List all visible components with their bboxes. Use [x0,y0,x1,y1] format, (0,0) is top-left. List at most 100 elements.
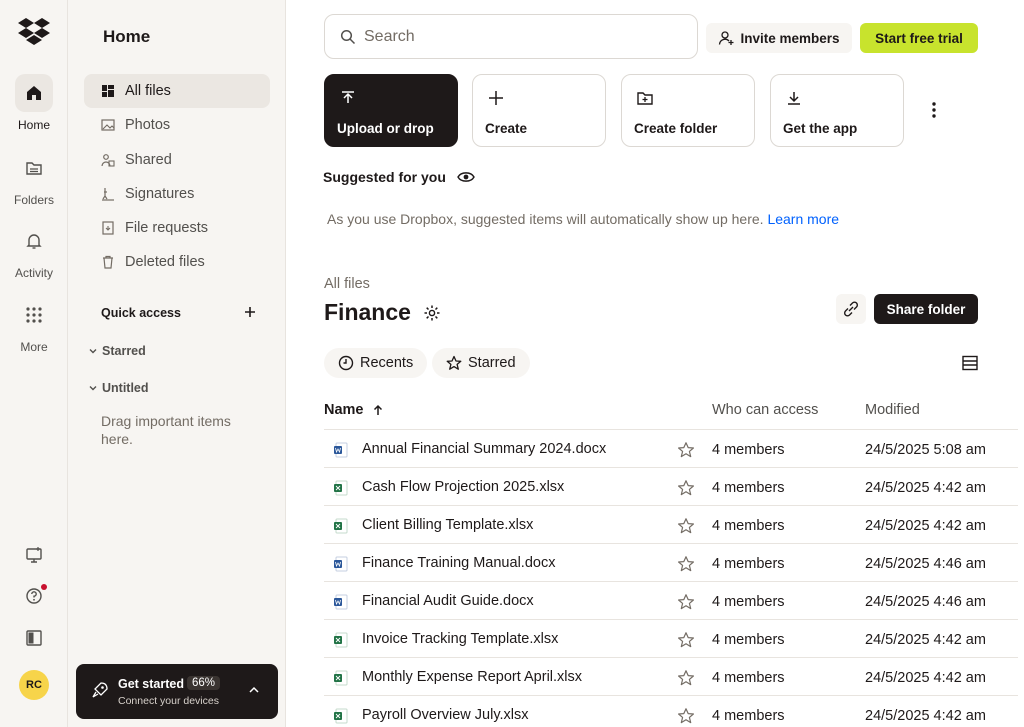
modified-value: 24/5/2025 4:42 am [865,708,986,724]
chevron-up-icon [249,686,259,693]
table-row[interactable]: Financial Audit Guide.docx 4 members 24/… [324,581,1018,619]
desktop-app-button[interactable] [0,546,68,564]
get-started-title: Get started [118,677,184,691]
modified-value: 24/5/2025 4:42 am [865,632,986,648]
collapse-sidebar-button[interactable] [0,629,68,647]
rail-item-folders[interactable]: Folders [0,149,68,207]
table-row[interactable]: Client Billing Template.xlsx 4 members 2… [324,505,1018,543]
list-view-icon[interactable] [961,354,979,372]
grid-icon [15,296,53,334]
access-value: 4 members [712,632,785,648]
panel-icon [26,630,42,646]
upload-icon [342,91,354,103]
file-table: Annual Financial Summary 2024.docx 4 mem… [324,429,1018,727]
chip-label: Starred [468,355,516,371]
excel-file-icon [334,480,348,496]
add-quick-access-button[interactable] [244,302,256,322]
table-row[interactable]: Monthly Expense Report April.xlsx 4 memb… [324,657,1018,695]
recents-chip[interactable]: Recents [324,348,428,378]
sidebar-item-shared[interactable]: Shared [84,143,270,177]
star-icon[interactable] [677,593,695,611]
sidebar-item-label: Deleted files [125,254,205,270]
avatar: RC [19,670,49,700]
start-free-trial-button[interactable]: Start free trial [860,23,978,53]
bell-icon [15,222,53,260]
upload-or-drop-button[interactable]: Upload or drop [324,74,458,147]
search-input[interactable] [364,27,664,46]
sidebar-title: Home [103,27,151,46]
add-person-icon [719,31,734,45]
action-label: Create folder [634,121,718,136]
sidebar-item-label: All files [125,83,171,99]
access-value: 4 members [712,670,785,686]
search-bar[interactable] [324,14,698,59]
eye-icon[interactable] [457,170,475,184]
gear-icon[interactable] [423,304,441,322]
starred-chip[interactable]: Starred [432,348,530,378]
plus-icon [489,91,503,105]
help-button[interactable] [0,584,68,610]
account-avatar-button[interactable]: RC [0,670,68,700]
star-icon[interactable] [677,479,695,497]
file-name[interactable]: Invoice Tracking Template.xlsx [362,631,558,647]
create-button[interactable]: Create [472,74,606,147]
group-label: Starred [102,344,146,358]
access-value: 4 members [712,594,785,610]
sidebar-item-photos[interactable]: Photos [84,108,270,142]
star-icon[interactable] [677,707,695,725]
get-the-app-button[interactable]: Get the app [770,74,904,147]
modified-value: 24/5/2025 4:42 am [865,518,986,534]
column-header-modified[interactable]: Modified [865,402,920,418]
learn-more-link[interactable]: Learn more [767,211,839,227]
table-row[interactable]: Annual Financial Summary 2024.docx 4 mem… [324,429,1018,467]
share-folder-button[interactable]: Share folder [874,294,978,324]
rail-item-activity[interactable]: Activity [0,222,68,280]
star-icon[interactable] [677,631,695,649]
get-started-panel[interactable]: Get started 66% Connect your devices [76,664,278,719]
table-row[interactable]: Payroll Overview July.xlsx 4 members 24/… [324,695,1018,727]
access-value: 4 members [712,556,785,572]
sidebar-item-file-requests[interactable]: File requests [84,211,270,245]
rail-item-more[interactable]: More [0,296,68,354]
star-icon[interactable] [677,555,695,573]
create-folder-button[interactable]: Create folder [621,74,755,147]
table-row[interactable]: Finance Training Manual.docx 4 members 2… [324,543,1018,581]
suggested-text: As you use Dropbox, suggested items will… [327,211,764,227]
file-name[interactable]: Payroll Overview July.xlsx [362,707,529,723]
excel-file-icon [334,670,348,686]
rail-item-home[interactable]: Home [0,74,68,132]
invite-members-button[interactable]: Invite members [706,23,852,53]
sidebar-item-signatures[interactable]: Signatures [84,177,270,211]
star-icon[interactable] [677,441,695,459]
file-name[interactable]: Annual Financial Summary 2024.docx [362,441,606,457]
home-icon [15,74,53,112]
more-actions-button[interactable] [926,98,942,122]
star-icon[interactable] [677,669,695,687]
breadcrumb[interactable]: All files [324,276,370,292]
dropbox-logo[interactable] [18,18,50,46]
group-starred[interactable]: Starred [88,344,146,358]
table-row[interactable]: Cash Flow Projection 2025.xlsx 4 members… [324,467,1018,505]
file-name[interactable]: Cash Flow Projection 2025.xlsx [362,479,564,495]
column-header-access[interactable]: Who can access [712,402,818,418]
sidebar-item-deleted-files[interactable]: Deleted files [84,245,270,279]
notification-dot [41,584,47,590]
quick-access-heading: Quick access [101,306,181,320]
table-row[interactable]: Invoice Tracking Template.xlsx 4 members… [324,619,1018,657]
access-value: 4 members [712,708,785,724]
file-name[interactable]: Monthly Expense Report April.xlsx [362,669,582,685]
star-icon[interactable] [677,517,695,535]
group-untitled[interactable]: Untitled [88,381,149,395]
copy-link-button[interactable] [836,294,866,324]
link-icon [843,301,859,317]
file-name[interactable]: Finance Training Manual.docx [362,555,555,571]
file-name[interactable]: Financial Audit Guide.docx [362,593,534,609]
star-icon [446,355,462,370]
modified-value: 24/5/2025 4:46 am [865,594,986,610]
signature-icon [101,187,115,201]
column-header-name[interactable]: Name [324,402,383,418]
access-value: 4 members [712,480,785,496]
sidebar-item-all-files[interactable]: All files [84,74,270,108]
action-label: Upload or drop [337,121,434,136]
file-name[interactable]: Client Billing Template.xlsx [362,517,533,533]
